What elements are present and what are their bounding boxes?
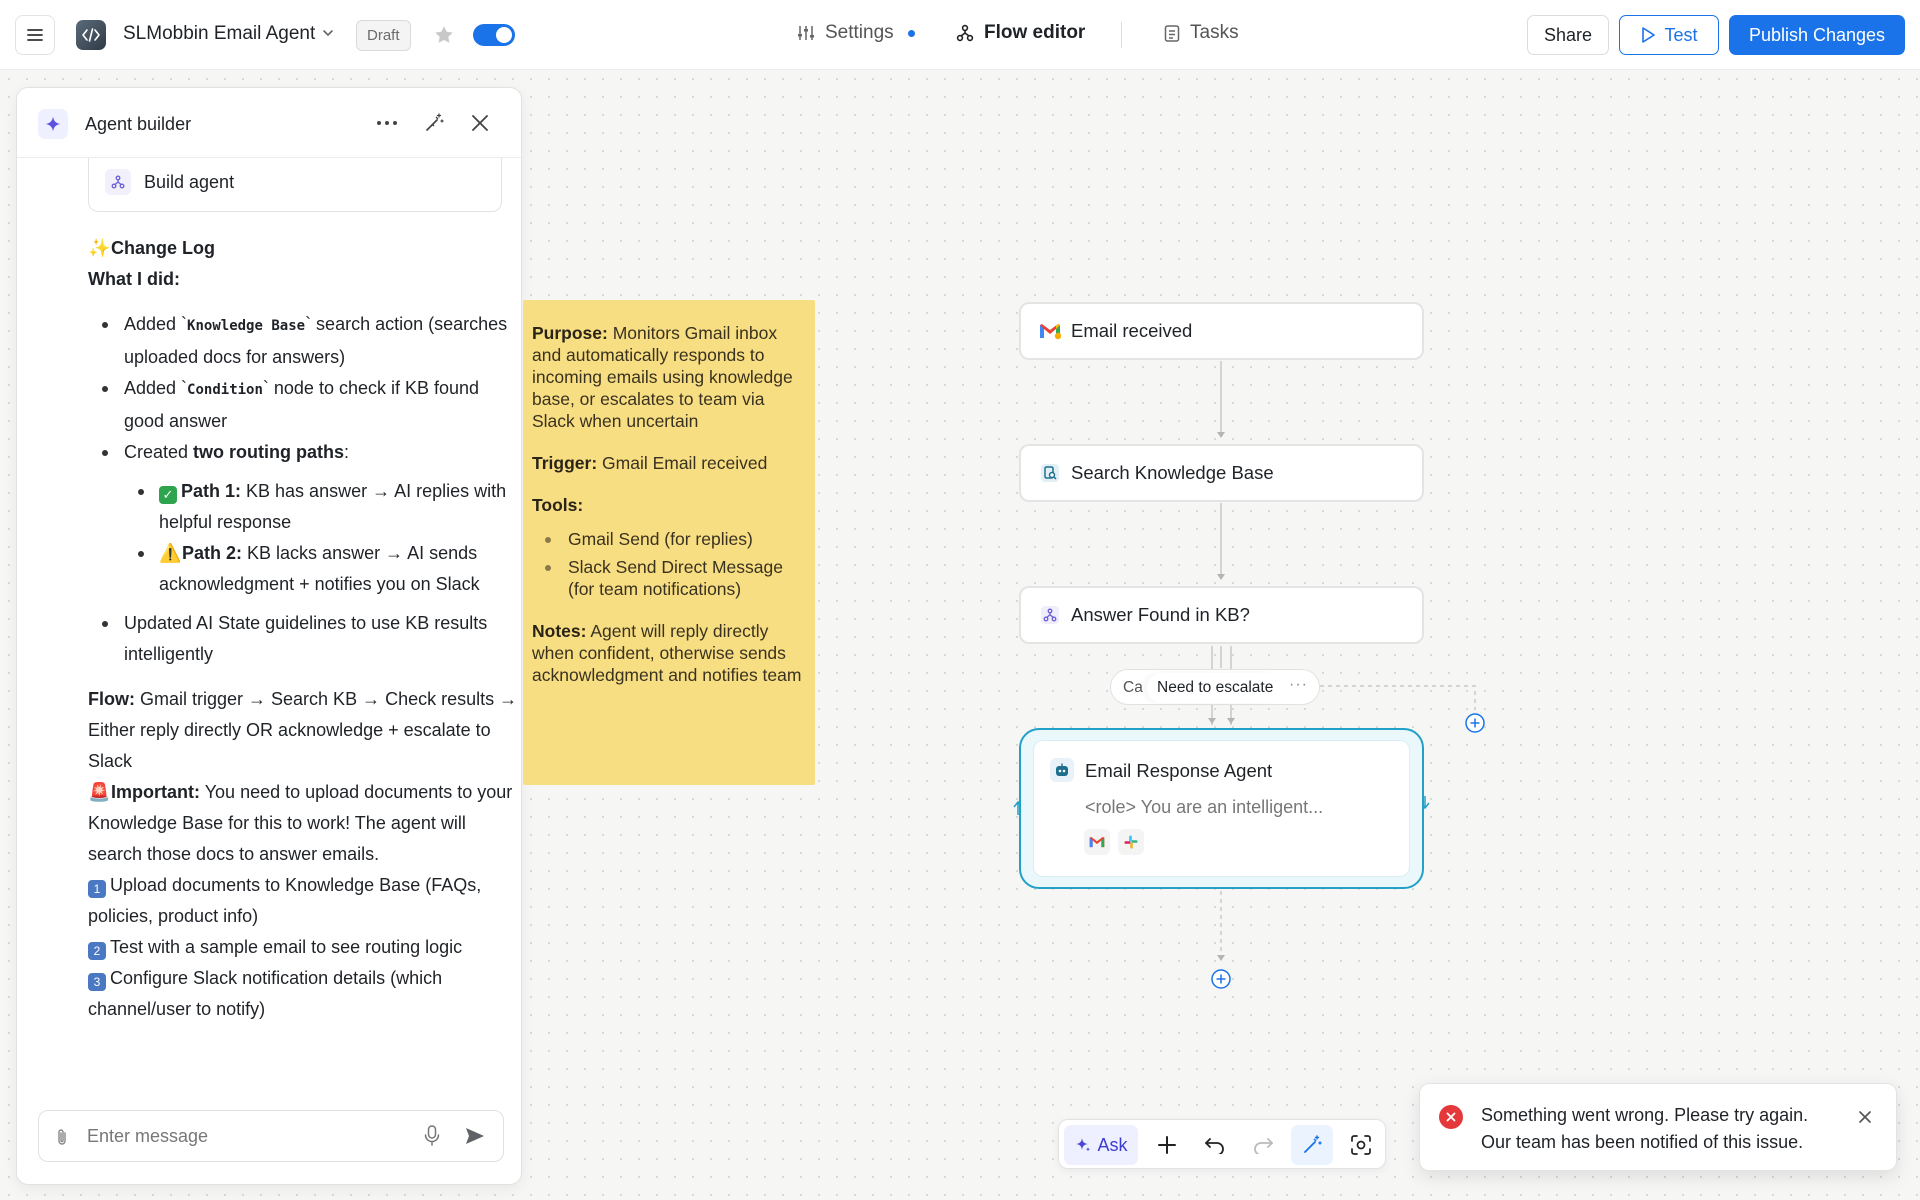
undo-button[interactable] [1195, 1125, 1235, 1165]
plus-icon [1158, 1136, 1176, 1154]
agent-card[interactable]: Email Response Agent <role> You are an i… [1033, 740, 1410, 877]
note-tools-heading: Tools: [532, 495, 584, 515]
node-answer-found[interactable]: Answer Found in KB? [1019, 586, 1424, 644]
list-item: Added `Knowledge Base` search action (se… [88, 309, 518, 373]
siren-emoji: 🚨 [88, 782, 111, 802]
node-label: Search Knowledge Base [1071, 462, 1274, 483]
list-item: Added `Condition` node to check if KB fo… [88, 373, 518, 437]
add-node-plus-icon[interactable] [1464, 712, 1486, 734]
list-item: ⚠️ Path 2: KB lacks answer → AI sends ac… [88, 538, 518, 600]
branch-label-escalate[interactable]: Need to escalate [1147, 673, 1284, 703]
ask-label: Ask [1097, 1134, 1128, 1155]
redo-button[interactable] [1243, 1125, 1283, 1165]
branch-label-peek[interactable]: Ca [1123, 679, 1143, 697]
agent-title: Email Response Agent [1085, 760, 1273, 781]
change-list: Added `Knowledge Base` search action (se… [88, 309, 518, 468]
sparkles-emoji: ✨ [88, 238, 111, 258]
change-list-2: Updated AI State guidelines to use KB re… [88, 608, 518, 670]
node-label: Email received [1071, 320, 1193, 341]
clean-up-button[interactable] [419, 108, 449, 138]
agent-message: ✨ Change Log What I did: Added `Knowledg… [88, 233, 518, 1025]
canvas-toolbar: Ask [1058, 1119, 1386, 1169]
list-item: Slack Send Direct Message (for team noti… [532, 556, 806, 600]
error-icon [1439, 1105, 1463, 1129]
sparkle-icon [1076, 1138, 1091, 1152]
more-horizontal-icon [377, 121, 397, 125]
microphone-icon[interactable] [424, 1124, 440, 1148]
node-search-knowledge-base[interactable]: Search Knowledge Base [1019, 444, 1424, 502]
toast-line-1: Something went wrong. Please try again. [1481, 1105, 1809, 1125]
magic-wand-icon [426, 113, 444, 131]
sparkle-icon [38, 109, 68, 139]
gmail-icon [1084, 829, 1110, 855]
fit-view-button[interactable] [1341, 1125, 1381, 1165]
knowledge-base-icon [1039, 462, 1061, 484]
node-email-received[interactable]: Email received [1019, 302, 1424, 360]
check-emoji: ✓ [159, 486, 177, 504]
panel-header: Agent builder [17, 88, 521, 158]
step-item: 1 Upload documents to Knowledge Base (FAQ… [88, 875, 482, 926]
add-node-button[interactable] [1147, 1125, 1187, 1165]
list-item: ✓ Path 1: KB has answer → AI replies with… [88, 476, 518, 538]
ask-button[interactable]: Ask [1064, 1125, 1138, 1165]
build-agent-card[interactable]: Build agent [88, 158, 502, 212]
paperclip-icon[interactable] [55, 1127, 69, 1147]
branch-more-button[interactable]: ··· [1289, 676, 1308, 694]
step-item: 2 Test with a sample email to see routing… [88, 932, 518, 963]
node-label: Answer Found in KB? [1071, 604, 1250, 625]
change-log-heading: ✨ Change Log [88, 233, 518, 264]
agent-builder-panel: Agent builder Build agent ✨ Change Log W… [16, 87, 522, 1185]
important-note: 🚨 Important: You need to upload document… [88, 777, 518, 870]
branch-icon [105, 169, 131, 195]
node-email-response-agent[interactable]: Email Response Agent <role> You are an i… [1019, 728, 1424, 889]
list-item: Gmail Send (for replies) [532, 528, 806, 550]
routing-paths-list: ✓ Path 1: KB has answer → AI replies with… [88, 476, 518, 600]
list-item: Updated AI State guidelines to use KB re… [88, 608, 518, 670]
agent-role-preview: <role> You are an intelligent... [1085, 797, 1324, 817]
message-input[interactable]: Enter message [38, 1110, 504, 1162]
note-trigger: Trigger: Gmail Email received [532, 453, 768, 473]
focus-icon [1351, 1135, 1371, 1155]
auto-layout-button[interactable] [1291, 1125, 1333, 1165]
more-options-button[interactable] [372, 108, 402, 138]
note-purpose: Purpose: Monitors Gmail inbox and automa… [532, 323, 793, 431]
branch-icon [1039, 604, 1061, 626]
build-agent-label: Build agent [144, 172, 235, 192]
note-notes: Notes: Agent will reply directly when co… [532, 621, 802, 685]
note-tools-list: Gmail Send (for replies) Slack Send Dire… [532, 528, 806, 600]
toast-line-2: Our team has been notified of this issue… [1481, 1132, 1804, 1152]
panel-title: Agent builder [85, 114, 192, 134]
robot-icon [1050, 758, 1074, 782]
add-node-plus-icon[interactable] [1210, 968, 1232, 990]
undo-icon [1205, 1138, 1224, 1154]
toast-message: Something went wrong. Please try again. … [1481, 1102, 1808, 1156]
flow-summary: Flow: Gmail trigger → Search KB → Check … [88, 689, 518, 771]
error-toast: Something went wrong. Please try again. … [1419, 1083, 1897, 1171]
close-icon[interactable] [1854, 1106, 1876, 1128]
close-panel-button[interactable] [465, 108, 495, 138]
sticky-note[interactable]: Purpose: Monitors Gmail inbox and automa… [523, 300, 815, 785]
redo-icon [1254, 1138, 1273, 1154]
step-item: 3 Configure Slack notification details (w… [88, 968, 443, 1019]
message-placeholder: Enter message [87, 1126, 209, 1146]
slack-icon [1118, 829, 1144, 855]
list-item: Created two routing paths: [88, 437, 518, 468]
magic-wand-icon [1304, 1135, 1322, 1153]
condition-branch-labels[interactable]: Ca Need to escalate ··· [1110, 669, 1320, 705]
close-icon [472, 115, 488, 131]
what-i-did-heading: What I did: [88, 269, 180, 289]
gmail-icon [1039, 320, 1061, 342]
send-icon[interactable] [463, 1124, 487, 1148]
warning-emoji: ⚠️ [159, 543, 182, 563]
